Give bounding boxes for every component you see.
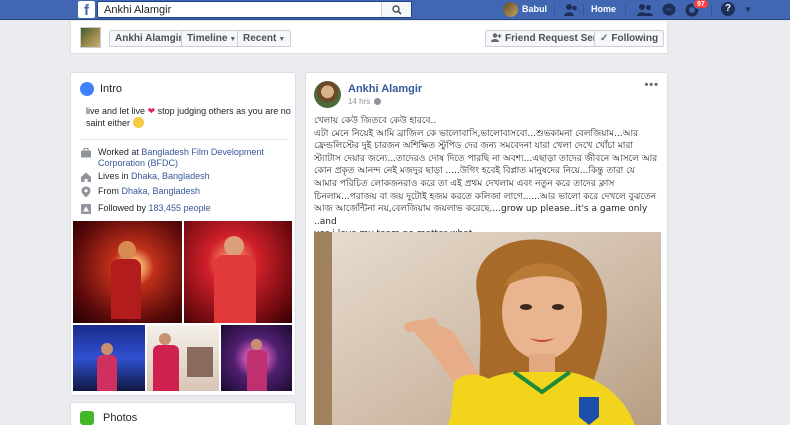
user-avatar[interactable] (503, 2, 518, 17)
globe-icon (80, 82, 94, 96)
bio-text-part1: live and let live (86, 106, 146, 116)
search-icon (391, 4, 402, 15)
home-icon (81, 172, 91, 182)
post-author-name[interactable]: Ankhi Alamgir (348, 83, 422, 95)
info-from: From Dhaka, Bangladesh (80, 186, 290, 198)
post-text-line: চিনলাম...পরাজয় বা জয় দুটোই হজম করতে কল… (314, 191, 657, 202)
intro-photo-3[interactable] (73, 325, 145, 391)
info-work: Worked at Bangladesh Film Development Co… (80, 147, 290, 169)
profile-thumbnail[interactable] (80, 27, 101, 48)
post-card: Ankhi Alamgir 14 hrs ••• খেলায় কেউ জিতব… (305, 72, 668, 425)
post-text-line: ফ্রেন্ডলিস্টের দুই চারজন অশিক্ষিত স্টুপি… (314, 141, 633, 152)
divider (554, 4, 555, 16)
divider (583, 4, 584, 16)
post-author-avatar[interactable] (314, 81, 341, 108)
friend-requests-icon[interactable] (637, 3, 653, 19)
photos-card: Photos (70, 402, 296, 425)
friend-request-sent-button[interactable]: Friend Request Sent (485, 30, 609, 47)
following-button[interactable]: ✓ Following (594, 30, 665, 47)
timeline-tab[interactable]: Timeline ▼ (181, 30, 243, 47)
chevron-down-icon: ▼ (229, 36, 237, 43)
intro-card: Intro live and let live ❤ stop judging o… (70, 72, 296, 396)
globe-privacy-icon (374, 98, 382, 105)
user-name-link[interactable]: Babul (522, 4, 547, 14)
info-followers: Followed by 183,455 people (80, 203, 290, 215)
intro-title: Intro (100, 83, 123, 95)
info-from-prefix: From (98, 186, 122, 196)
post-text-line: খেলায় কেউ জিতবে কেউ হারবে.. (314, 116, 437, 126)
post-text: খেলায় কেউ জিতবে কেউ হারবে.. এটা মেনে নি… (314, 115, 664, 241)
location-pin-icon (81, 186, 91, 198)
notifications-badge: 97 (693, 0, 709, 9)
chevron-down-icon: ▼ (278, 36, 286, 43)
post-photo-illustration (314, 232, 661, 425)
info-lives-text: Lives in Dhaka, Bangladesh (98, 171, 210, 183)
timeline-tab-label: Timeline (187, 33, 228, 44)
post-text-line: আমার পরিচিত লোকজনরাও করে তা এই প্রথম দেখ… (314, 178, 615, 189)
briefcase-icon (81, 148, 91, 158)
help-icon[interactable]: ? (721, 2, 735, 16)
post-text-line: কোন প্রকৃত আনন্দ নেই মজদুর ছাড়া .....উগ… (314, 166, 635, 177)
intro-bio: live and let live ❤ stop judging others … (86, 105, 292, 129)
intro-photo-1[interactable] (73, 221, 182, 323)
intro-photo-5[interactable] (221, 325, 292, 391)
followers-icon (81, 204, 91, 214)
post-text-line: এটা মেনে নিয়েই আমি ব্রাজিল কে ভালোবাসি,… (314, 128, 639, 139)
info-from-text: From Dhaka, Bangladesh (98, 186, 200, 198)
more-options-icon[interactable]: ••• (644, 79, 659, 91)
info-work-text: Worked at Bangladesh Film Development Co… (98, 147, 290, 169)
intro-photo-4[interactable] (147, 325, 219, 391)
post-text-line: স্ট্যাটাস দেয়ার জন্যে...তাদেরও দোষ দিতে… (314, 153, 658, 164)
lives-place-link[interactable]: Dhaka, Bangladesh (131, 171, 210, 181)
friend-request-sent-label: Friend Request Sent (505, 33, 603, 44)
search-input[interactable] (98, 2, 378, 17)
facebook-logo-icon[interactable]: f (78, 1, 95, 18)
info-followers-prefix: Followed by (98, 203, 149, 213)
from-place-link[interactable]: Dhaka, Bangladesh (122, 186, 201, 196)
photos-title[interactable]: Photos (103, 412, 137, 424)
search-button[interactable] (381, 2, 411, 17)
post-time-text: 14 hrs (348, 97, 371, 106)
divider (625, 4, 626, 16)
divider (80, 139, 288, 140)
search-box (97, 1, 412, 18)
info-lives: Lives in Dhaka, Bangladesh (80, 171, 290, 183)
following-label: Following (611, 33, 659, 44)
post-timestamp[interactable]: 14 hrs (348, 97, 382, 106)
post-photo[interactable] (314, 232, 661, 425)
recent-tab[interactable]: Recent ▼ (237, 30, 292, 47)
info-followers-text: Followed by 183,455 people (98, 203, 211, 215)
smiling-face-icon (132, 117, 144, 128)
info-work-prefix: Worked at (98, 147, 142, 157)
profile-timeline-header: Ankhi Alamgir Timeline ▼ Recent ▼ Friend R… (70, 21, 668, 54)
intro-photo-2[interactable] (184, 221, 292, 323)
post-text-line: আজ আর্জেন্টিনা নয়,বেলজিয়াম জয়লাভ করেছ… (314, 204, 648, 227)
messenger-icon[interactable] (662, 3, 676, 20)
checkmark-icon: ✓ (600, 33, 609, 44)
intro-header: Intro (80, 82, 122, 96)
find-friends-icon[interactable] (564, 3, 578, 19)
divider (711, 4, 712, 16)
top-navigation-bar: f Babul Home (0, 0, 790, 20)
add-friend-icon (491, 33, 502, 42)
heart-icon: ❤ (147, 106, 156, 116)
photos-icon (80, 411, 94, 425)
recent-tab-label: Recent (243, 33, 277, 44)
info-lives-prefix: Lives in (98, 171, 132, 181)
home-link[interactable]: Home (591, 4, 616, 14)
profile-name-tab[interactable]: Ankhi Alamgir (109, 30, 189, 47)
account-menu-chevron-icon[interactable]: ▼ (744, 5, 752, 14)
followers-count-link[interactable]: 183,455 people (149, 203, 211, 213)
